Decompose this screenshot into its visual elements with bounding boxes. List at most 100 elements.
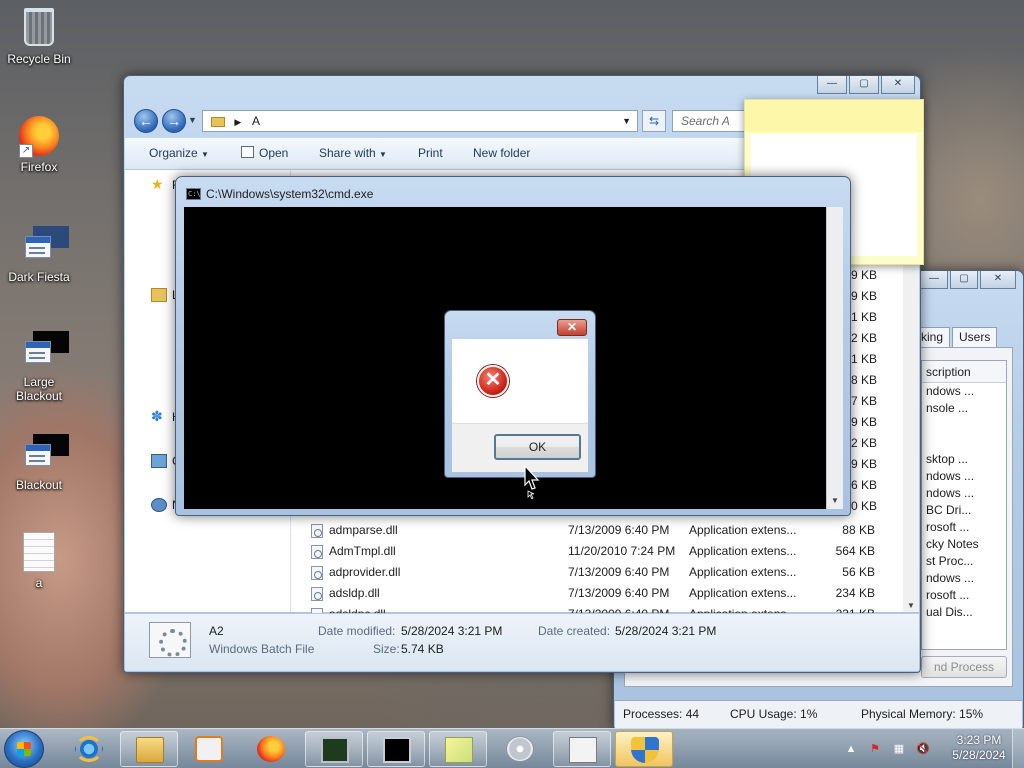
show-hidden-icons-icon[interactable]: ▲ [844, 742, 858, 756]
print-button[interactable]: Print [418, 146, 443, 160]
back-button[interactable]: ← [134, 109, 158, 133]
file-size: 88 KB [842, 523, 875, 537]
task-manager-tabs: king Users [914, 327, 999, 347]
taskbar-optical-drive[interactable] [491, 731, 549, 767]
folder-icon [136, 737, 164, 763]
close-button[interactable]: ✕ [980, 271, 1016, 289]
desktop-icon-large-blackout[interactable]: Large Blackout [1, 331, 77, 403]
search-input[interactable]: Search A [672, 110, 752, 132]
volume-muted-icon[interactable]: 🔇 [916, 742, 930, 756]
file-size: 234 KB [835, 586, 875, 600]
list-item[interactable]: ual Dis... [922, 604, 1006, 621]
desktop-icon-recycle-bin[interactable]: Recycle Bin [1, 8, 77, 66]
table-row[interactable]: adsldp.dll 7/13/2009 6:40 PM Application… [291, 583, 903, 604]
desktop-icon-dark-fiesta[interactable]: Dark Fiesta [1, 226, 77, 284]
list-item[interactable]: BC Dri... [922, 502, 1006, 519]
taskbar-firefox[interactable] [242, 731, 300, 767]
dialog-footer: OK [452, 423, 588, 472]
file-date: 11/20/2010 7:24 PM [568, 544, 676, 558]
system-tray: ▲ ⚑ ▦ 🔇 3:23 PM 5/28/2024 [840, 729, 1024, 768]
sticky-note-header[interactable] [745, 100, 923, 132]
taskbar-internet-explorer[interactable] [60, 731, 118, 767]
close-button[interactable]: ✕ [881, 76, 915, 94]
taskbar-task-manager[interactable] [305, 731, 363, 767]
desktop-icon-blackout[interactable]: Blackout [1, 434, 77, 492]
refresh-button[interactable]: ⇆ [642, 110, 666, 132]
action-center-icon[interactable]: ⚑ [868, 742, 882, 756]
network-icon[interactable]: ▦ [892, 742, 906, 756]
minimize-button[interactable]: — [817, 76, 847, 94]
list-item[interactable] [922, 434, 1006, 451]
details-pane: A2 Windows Batch File Date modified: 5/2… [125, 613, 919, 671]
list-item[interactable] [922, 417, 1006, 434]
open-button[interactable]: Open [241, 146, 288, 160]
application-icon [19, 226, 69, 266]
process-list[interactable]: scription ndows ... nsole ... sktop ... … [921, 360, 1007, 650]
organize-button[interactable]: Organize ▼ [149, 146, 209, 160]
homegroup-icon: ✽ [151, 408, 163, 424]
taskbar-sticky-notes[interactable] [429, 731, 487, 767]
list-item[interactable]: nsole ... [922, 400, 1006, 417]
cpu-usage: CPU Usage: 1% [730, 707, 818, 721]
error-dialog[interactable]: ✕ ✕ OK [444, 310, 596, 478]
address-dropdown-icon[interactable]: ▼ [622, 111, 631, 131]
taskbar-media-player[interactable] [180, 731, 238, 767]
close-button[interactable]: ✕ [557, 319, 587, 336]
ok-button[interactable]: OK [494, 434, 581, 460]
file-size: 1 KB [851, 310, 878, 324]
file-size: 9 KB [851, 457, 878, 471]
file-type: Application extens... [689, 565, 797, 579]
new-folder-button[interactable]: New folder [473, 146, 530, 160]
error-icon: ✕ [477, 365, 509, 397]
scroll-down-icon[interactable]: ▼ [831, 496, 839, 505]
disc-icon [506, 736, 534, 762]
selected-file-name: A2 [209, 624, 224, 638]
table-row[interactable]: adprovider.dll 7/13/2009 6:40 PM Applica… [291, 562, 903, 583]
taskbar-error-dialog[interactable] [553, 731, 611, 767]
list-item[interactable]: sktop ... [922, 451, 1006, 468]
table-row[interactable]: admparse.dll 7/13/2009 6:40 PM Applicati… [291, 520, 903, 541]
list-item[interactable]: ndows ... [922, 383, 1006, 400]
list-item[interactable]: ndows ... [922, 570, 1006, 587]
list-item[interactable]: ndows ... [922, 468, 1006, 485]
list-item[interactable]: st Proc... [922, 553, 1006, 570]
console-scrollbar[interactable]: ▼ [826, 207, 843, 509]
folder-icon [211, 116, 225, 127]
list-item[interactable]: rosoft ... [922, 519, 1006, 536]
maximize-button[interactable]: ▢ [950, 271, 978, 289]
breadcrumb[interactable]: A [252, 114, 260, 128]
share-with-button[interactable]: Share with ▼ [319, 146, 387, 160]
file-size: 7 KB [851, 394, 878, 408]
table-row[interactable]: AdmTmpl.dll 11/20/2010 7:24 PM Applicati… [291, 541, 903, 562]
size-value: 5.74 KB [401, 642, 444, 656]
desktop-icon-a[interactable]: a [1, 532, 77, 590]
tab-users[interactable]: Users [952, 327, 998, 347]
date-created-label: Date created: [538, 624, 611, 638]
scroll-down-icon[interactable]: ▼ [907, 601, 915, 610]
address-bar[interactable]: ▶ A ▼ [202, 110, 638, 132]
window-title: C:\Windows\system32\cmd.exe [206, 187, 374, 201]
file-date: 7/13/2009 6:40 PM [568, 565, 670, 579]
taskbar-windows-explorer[interactable] [120, 731, 178, 767]
end-process-button[interactable]: nd Process [921, 656, 1007, 678]
recent-pages-dropdown[interactable]: ▼ [188, 115, 197, 125]
start-button[interactable] [4, 730, 44, 768]
desktop-icon-label: Recycle Bin [7, 52, 71, 66]
list-item[interactable]: rosoft ... [922, 587, 1006, 604]
task-manager-status-bar: Processes: 44 CPU Usage: 1% Physical Mem… [615, 700, 1022, 728]
maximize-button[interactable]: ▢ [849, 76, 879, 94]
taskbar-user-account-control[interactable] [615, 731, 673, 767]
file-size: 9 KB [851, 268, 878, 282]
minimize-button[interactable]: — [920, 271, 948, 289]
taskbar-command-prompt[interactable] [367, 731, 425, 767]
list-item[interactable]: cky Notes [922, 536, 1006, 553]
show-desktop-button[interactable] [1012, 729, 1024, 768]
shortcut-arrow-icon: ↗ [19, 144, 33, 158]
list-item[interactable]: ndows ... [922, 485, 1006, 502]
forward-button[interactable]: → [162, 109, 186, 133]
dll-file-icon [311, 587, 323, 601]
column-header-description[interactable]: scription [922, 361, 1006, 383]
clock[interactable]: 3:23 PM 5/28/2024 [950, 733, 1008, 763]
desktop-icon-firefox[interactable]: ↗ Firefox [1, 116, 77, 174]
desktop-icon-label: Blackout [15, 478, 63, 492]
